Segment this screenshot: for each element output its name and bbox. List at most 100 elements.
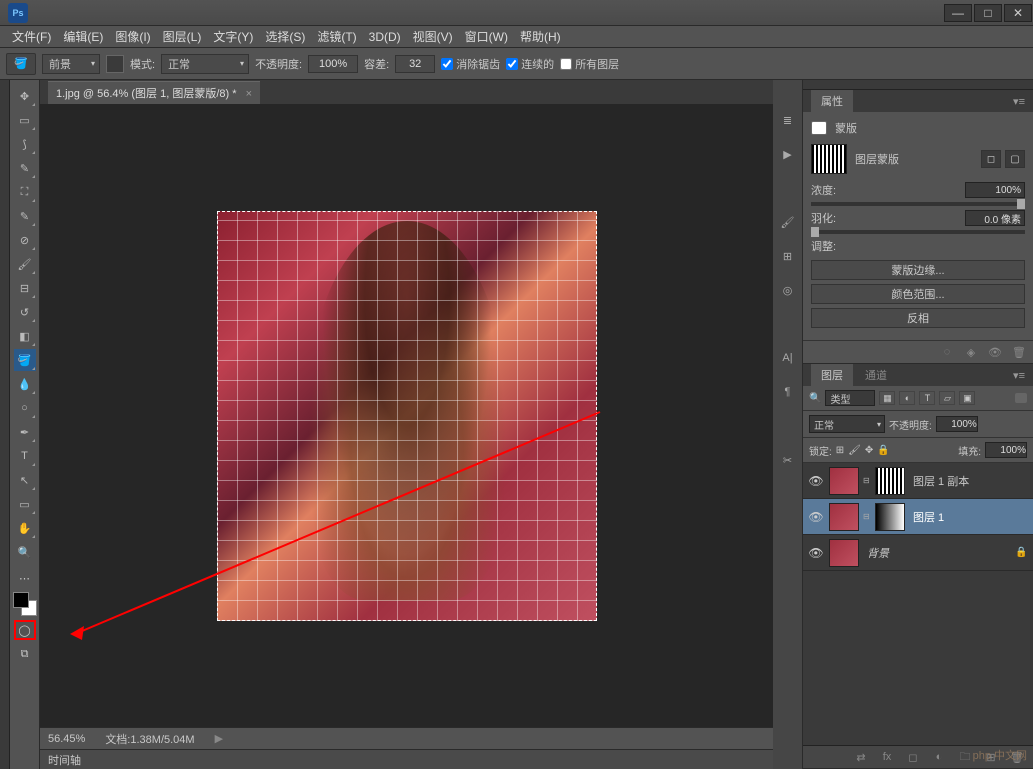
layer-blend-dropdown[interactable]: 正常 bbox=[809, 415, 885, 433]
menu-view[interactable]: 视图(V) bbox=[407, 26, 459, 47]
panel-collapse-grip[interactable] bbox=[803, 80, 1033, 90]
pattern-swatch[interactable] bbox=[106, 55, 124, 73]
lock-position-icon[interactable]: ✥ bbox=[865, 445, 873, 456]
filter-smart-icon[interactable]: ▣ bbox=[959, 391, 975, 405]
blend-mode-dropdown[interactable]: 正常 bbox=[161, 54, 249, 74]
new-group-icon[interactable]: 🗀 bbox=[957, 750, 973, 764]
menu-type[interactable]: 文字(Y) bbox=[207, 26, 259, 47]
fill-source-dropdown[interactable]: 前景 bbox=[42, 54, 100, 74]
foreground-color-swatch[interactable] bbox=[13, 592, 29, 608]
history-panel-icon[interactable]: ≣ bbox=[778, 110, 798, 130]
crop-tool[interactable]: ⛶ bbox=[14, 181, 36, 203]
layer-row[interactable]: 👁 ⊟ 图层 1 副本 bbox=[803, 463, 1033, 499]
disable-mask-icon[interactable]: 👁 bbox=[987, 345, 1003, 359]
panel-menu-icon[interactable]: ▾≡ bbox=[1013, 95, 1025, 108]
mask-link-icon[interactable]: ⊟ bbox=[863, 512, 871, 521]
quick-mask-toggle[interactable]: ◯ bbox=[14, 620, 36, 640]
layer-lock-icon[interactable]: 🔒 bbox=[1015, 547, 1029, 558]
mask-thumbnail[interactable] bbox=[811, 144, 847, 174]
load-selection-icon[interactable]: ◌ bbox=[939, 345, 955, 359]
layer-thumbnail[interactable] bbox=[829, 539, 859, 567]
menu-window[interactable]: 窗口(W) bbox=[459, 26, 514, 47]
properties-panel-header[interactable]: 属性 ▾≡ bbox=[803, 90, 1033, 112]
shape-tool[interactable]: ▭ bbox=[14, 493, 36, 515]
menu-layer[interactable]: 图层(L) bbox=[157, 26, 208, 47]
menu-edit[interactable]: 编辑(E) bbox=[57, 26, 109, 47]
document-tab[interactable]: 1.jpg @ 56.4% (图层 1, 图层蒙版/8) * × bbox=[48, 81, 260, 104]
properties-tab[interactable]: 属性 bbox=[811, 90, 853, 112]
color-swatches[interactable] bbox=[13, 592, 37, 616]
density-input[interactable] bbox=[965, 182, 1025, 198]
add-mask-icon[interactable]: ◻ bbox=[905, 750, 921, 764]
maximize-button[interactable]: □ bbox=[974, 4, 1002, 22]
visibility-toggle[interactable]: 👁 bbox=[807, 510, 825, 524]
mask-link-icon[interactable]: ⊟ bbox=[863, 476, 871, 485]
filter-pixel-icon[interactable]: ▦ bbox=[879, 391, 895, 405]
lock-pixels-icon[interactable]: 🖌 bbox=[848, 445, 861, 456]
layer-thumbnail[interactable] bbox=[829, 467, 859, 495]
feather-input[interactable] bbox=[965, 210, 1025, 226]
canvas-viewport[interactable] bbox=[40, 104, 773, 727]
filter-toggle[interactable] bbox=[1015, 393, 1027, 403]
hand-tool[interactable]: ✋ bbox=[14, 517, 36, 539]
menu-filter[interactable]: 滤镜(T) bbox=[311, 26, 362, 47]
opacity-input[interactable] bbox=[308, 55, 358, 73]
link-layers-icon[interactable]: ⇄ bbox=[853, 750, 869, 764]
pixel-mask-button[interactable]: ◻ bbox=[981, 150, 1001, 168]
zoom-level[interactable]: 56.45% bbox=[48, 733, 85, 745]
layer-row[interactable]: 👁 背景 🔒 bbox=[803, 535, 1033, 571]
layer-mask-thumbnail[interactable] bbox=[875, 503, 905, 531]
visibility-toggle[interactable]: 👁 bbox=[807, 474, 825, 488]
feather-slider[interactable] bbox=[811, 230, 1025, 234]
bucket-tool[interactable]: 🪣 bbox=[14, 349, 36, 371]
minimize-button[interactable]: — bbox=[944, 4, 972, 22]
tool-preset-icon[interactable]: 🪣 bbox=[6, 53, 36, 75]
move-tool[interactable]: ✥ bbox=[14, 85, 36, 107]
actions-panel-icon[interactable]: ▶ bbox=[778, 144, 798, 164]
layer-row[interactable]: 👁 ⊟ 图层 1 bbox=[803, 499, 1033, 535]
quick-select-tool[interactable]: ✎ bbox=[14, 157, 36, 179]
zoom-tool[interactable]: 🔍 bbox=[14, 541, 36, 563]
layers-tab[interactable]: 图层 bbox=[811, 364, 853, 386]
layer-mask-thumbnail[interactable] bbox=[875, 467, 905, 495]
new-fill-adjust-icon[interactable]: ◐ bbox=[931, 750, 947, 764]
tolerance-input[interactable] bbox=[395, 55, 435, 73]
eyedropper-tool[interactable]: ✎ bbox=[14, 205, 36, 227]
contiguous-checkbox[interactable]: 连续的 bbox=[506, 56, 554, 72]
edit-toolbar-icon[interactable]: ⋯ bbox=[14, 568, 36, 588]
tools-collapse-strip[interactable] bbox=[0, 80, 10, 769]
document-info[interactable]: 文档:1.38M/5.04M bbox=[105, 731, 194, 747]
brush-panel-icon[interactable]: 🖌 bbox=[778, 212, 798, 232]
density-slider[interactable] bbox=[811, 202, 1025, 206]
filter-adjust-icon[interactable]: ◐ bbox=[899, 391, 915, 405]
menu-select[interactable]: 选择(S) bbox=[259, 26, 311, 47]
tool-presets-icon[interactable]: ✂ bbox=[778, 450, 798, 470]
layer-name[interactable]: 背景 bbox=[863, 545, 1011, 561]
close-button[interactable]: ✕ bbox=[1004, 4, 1032, 22]
menu-image[interactable]: 图像(I) bbox=[109, 26, 156, 47]
blur-tool[interactable]: 💧 bbox=[14, 373, 36, 395]
layer-name[interactable]: 图层 1 bbox=[909, 509, 1029, 525]
layers-panel-header[interactable]: 图层 通道 ▾≡ bbox=[803, 364, 1033, 386]
healing-tool[interactable]: ⊘ bbox=[14, 229, 36, 251]
type-tool[interactable]: T bbox=[14, 445, 36, 467]
vector-mask-button[interactable]: ▢ bbox=[1005, 150, 1025, 168]
history-brush-tool[interactable]: ↺ bbox=[14, 301, 36, 323]
filter-type-icon[interactable]: T bbox=[919, 391, 935, 405]
marquee-tool[interactable]: ▭ bbox=[14, 109, 36, 131]
visibility-toggle[interactable]: 👁 bbox=[807, 546, 825, 560]
clone-source-icon[interactable]: ◎ bbox=[778, 280, 798, 300]
apply-mask-icon[interactable]: ◈ bbox=[963, 345, 979, 359]
all-layers-checkbox[interactable]: 所有图层 bbox=[560, 56, 619, 72]
mask-edge-button[interactable]: 蒙版边缘... bbox=[811, 260, 1025, 280]
path-select-tool[interactable]: ↖ bbox=[14, 469, 36, 491]
layer-opacity-input[interactable] bbox=[936, 416, 978, 432]
filter-shape-icon[interactable]: ▱ bbox=[939, 391, 955, 405]
filter-kind-dropdown[interactable]: 类型 bbox=[825, 390, 875, 406]
brush-presets-icon[interactable]: ⊞ bbox=[778, 246, 798, 266]
stamp-tool[interactable]: ⊟ bbox=[14, 277, 36, 299]
pen-tool[interactable]: ✒ bbox=[14, 421, 36, 443]
channels-tab[interactable]: 通道 bbox=[855, 364, 897, 386]
paragraph-panel-icon[interactable]: ¶ bbox=[778, 382, 798, 402]
fill-input[interactable] bbox=[985, 442, 1027, 458]
